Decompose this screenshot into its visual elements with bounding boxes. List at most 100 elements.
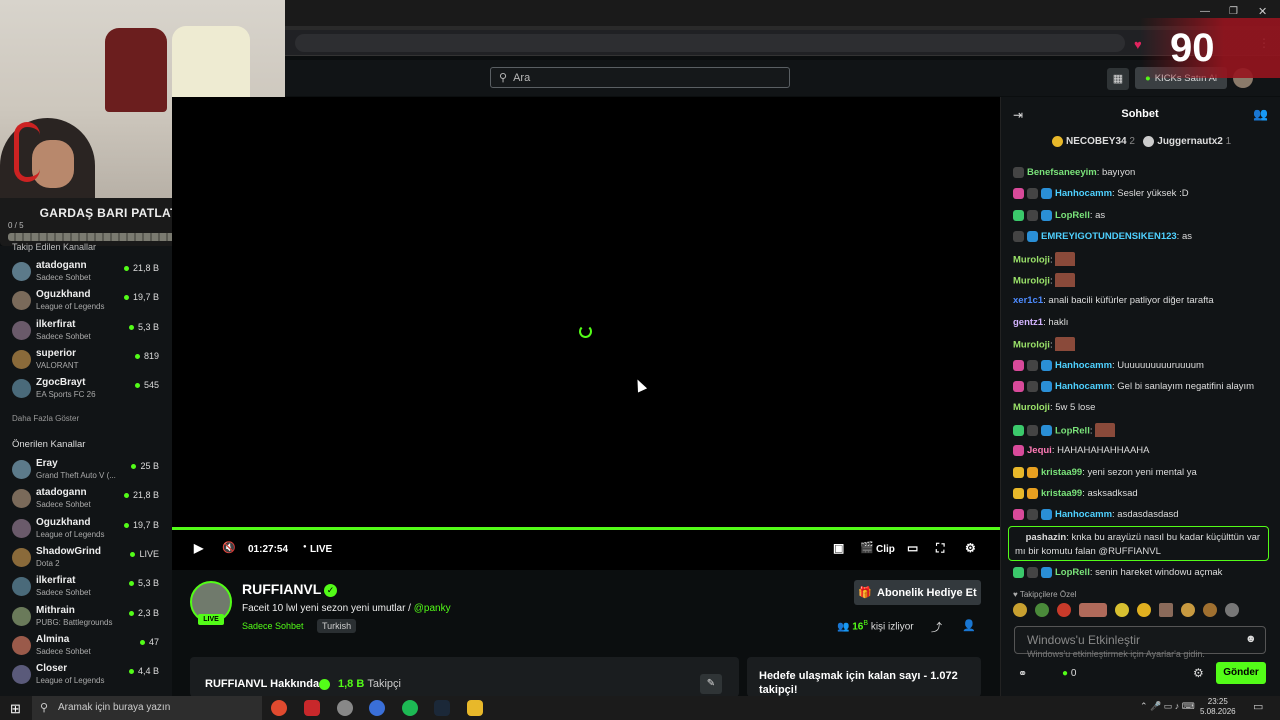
viewer-count: 2,3 B (128, 608, 159, 618)
search-input[interactable]: ⚲ Ara (490, 67, 790, 88)
chat-username[interactable]: Muroloji (1013, 340, 1050, 351)
sidebar-channel-item[interactable]: Oguzkhand League of Legends 19,7 B (10, 287, 165, 315)
emote-icon[interactable] (1159, 603, 1173, 617)
settings-icon[interactable]: ⚙ (965, 541, 976, 555)
windows-start-icon[interactable]: ⊞ (10, 701, 21, 717)
restore-icon[interactable]: ❐ (1229, 6, 1238, 17)
share-icon[interactable]: ⤴ (931, 619, 942, 635)
notification-icon[interactable]: ▭ (1253, 700, 1263, 713)
chat-username[interactable]: EMREYIGOTUNDENSIKEN123 (1041, 231, 1177, 242)
channel-name: Almina (36, 633, 70, 645)
chat-username[interactable]: LopRell (1055, 210, 1090, 221)
sidebar-channel-item[interactable]: atadogann Sadece Sohbet 21,8 B (10, 485, 165, 513)
sidebar-channel-item[interactable]: Closer League of Legends 4,4 B (10, 661, 165, 689)
emote-icon[interactable] (1137, 603, 1151, 617)
channel-avatar (12, 291, 31, 311)
clip-icon[interactable]: 🎬 (860, 541, 874, 554)
chat-message: Hanhocamm: Gel bi sanlayım negatifini al… (1013, 380, 1268, 394)
sidebar-channel-item[interactable]: Eray Grand Theft Auto V (... 25 B (10, 456, 165, 484)
brave-icon[interactable] (304, 700, 320, 716)
sidebar-channel-item[interactable]: Mithrain PUBG: Battlegrounds 2,3 B (10, 603, 165, 631)
follow-icon[interactable]: 👤 (962, 619, 976, 632)
chat-username[interactable]: Jequi (1027, 445, 1052, 456)
chat-username[interactable]: Muroloji (1013, 402, 1050, 413)
emote-icon[interactable] (1079, 603, 1107, 617)
points-value: 0 (1070, 668, 1077, 679)
chat-username[interactable]: gentz1 (1013, 317, 1043, 328)
gift-subscription-button[interactable]: 🎁 Abonelik Hediye Et (854, 580, 981, 605)
show-more-link[interactable]: Daha Fazla Göster (12, 414, 79, 423)
pinned-message: pashazin: knka bu arayüzü nasıl bu kadar… (1008, 526, 1269, 561)
chat-text: senin hareket windowu açmak (1095, 567, 1223, 578)
channel-avatar (12, 379, 31, 399)
fullscreen-icon[interactable]: ⛶ (936, 541, 944, 556)
chat-username[interactable]: LopRell (1055, 567, 1090, 578)
chat-username[interactable]: Hanhocamm (1055, 381, 1112, 392)
chrome-icon[interactable] (271, 700, 287, 716)
emote-icon[interactable] (1115, 603, 1129, 617)
spotify-icon[interactable] (402, 700, 418, 716)
app-icon[interactable] (467, 700, 483, 716)
emote-icon[interactable] (1057, 603, 1071, 617)
miniplayer-icon[interactable]: ▭ (907, 541, 918, 555)
send-button[interactable]: Gönder (1216, 662, 1266, 684)
url-field[interactable] (295, 34, 1125, 52)
link-icon[interactable]: ⚭ (1018, 667, 1027, 680)
channel-name[interactable]: RUFFIANVL (242, 581, 321, 597)
app-icon[interactable] (337, 700, 353, 716)
chat-username[interactable]: Muroloji (1013, 276, 1050, 287)
chat-badge-icon (1041, 359, 1052, 371)
sidebar-channel-item[interactable]: ilkerfirat Sadece Sohbet 5,3 B (10, 317, 165, 345)
pinned-user[interactable]: pashazin (1026, 532, 1067, 543)
chat-settings-icon[interactable]: ⚙ (1193, 666, 1204, 680)
emote-icon[interactable] (1013, 603, 1027, 617)
emote-settings-icon[interactable] (1225, 603, 1239, 617)
edit-icon[interactable]: ✎ (700, 674, 722, 694)
sidebar-channel-item[interactable]: superior VALORANT 819 (10, 346, 165, 374)
chat-username[interactable]: Muroloji (1013, 254, 1050, 265)
close-icon[interactable]: ✕ (1258, 5, 1267, 18)
viewer-count: 19,7 B (123, 520, 159, 530)
sidebar-channel-item[interactable]: ShadowGrind Dota 2 LIVE (10, 544, 165, 572)
sidebar-channel-item[interactable]: Almina Sadece Sohbet 47 (10, 632, 165, 660)
chat-username[interactable]: LopRell (1055, 425, 1090, 436)
taskbar-search[interactable]: Aramak için buraya yazın (32, 696, 262, 720)
minimize-icon[interactable]: — (1200, 6, 1210, 17)
chat-username[interactable]: Hanhocamm (1055, 509, 1112, 520)
dashboard-icon[interactable]: ▦ (1107, 68, 1129, 90)
emote-icon[interactable] (1181, 603, 1195, 617)
chat-username[interactable]: kristaa99 (1041, 488, 1082, 499)
category-link[interactable]: Sadece Sohbet (242, 621, 304, 631)
chat-users-icon[interactable]: 👥 (1253, 107, 1268, 121)
chat-text: Gel bi sanlayım negatifini alayım (1117, 381, 1255, 392)
emote-icon[interactable] (1035, 603, 1049, 617)
video-player[interactable] (172, 97, 1000, 527)
emoji-icon[interactable]: ☻ (1245, 633, 1257, 645)
chat-username[interactable]: kristaa99 (1041, 467, 1082, 478)
viewer-count: 21,8 B (123, 490, 159, 500)
channel-avatar (12, 518, 31, 538)
sidebar-channel-item[interactable]: Oguzkhand League of Legends 19,7 B (10, 515, 165, 543)
chat-username[interactable]: Hanhocamm (1055, 188, 1112, 199)
chat-username[interactable]: xer1c1 (1013, 295, 1043, 306)
clip-button[interactable]: Clip (876, 544, 895, 555)
chat-message: gentz1: haklı (1013, 316, 1069, 328)
search-icon: ⚲ (499, 72, 508, 84)
mention-link[interactable]: @panky (414, 603, 451, 614)
language-tag[interactable]: Turkish (317, 619, 357, 633)
sidebar-channel-item[interactable]: ZgocBrayt EA Sports FC 26 545 (10, 375, 165, 403)
mute-icon[interactable]: 🔇 (222, 541, 236, 554)
play-icon[interactable]: ▶ (194, 541, 203, 555)
app-icon[interactable] (369, 700, 385, 716)
chat-badge-icon (1013, 466, 1024, 478)
steam-icon[interactable] (434, 700, 450, 716)
sidebar-channel-item[interactable]: ilkerfirat Sadece Sohbet 5,3 B (10, 573, 165, 601)
channel-points[interactable]: ● 0 (1062, 668, 1076, 679)
sidebar-channel-item[interactable]: atadogann Sadece Sohbet 21,8 B (10, 258, 165, 286)
emote-icon[interactable] (1203, 603, 1217, 617)
channel-category: League of Legends (36, 302, 105, 312)
theater-icon[interactable]: ▣ (833, 541, 844, 555)
chat-username[interactable]: Hanhocamm (1055, 360, 1112, 371)
tray-icons[interactable]: ⌃ 🎤 ▭ ♪ ⌨ (1140, 701, 1195, 712)
chat-username[interactable]: Benefsaneeyim (1027, 167, 1097, 178)
